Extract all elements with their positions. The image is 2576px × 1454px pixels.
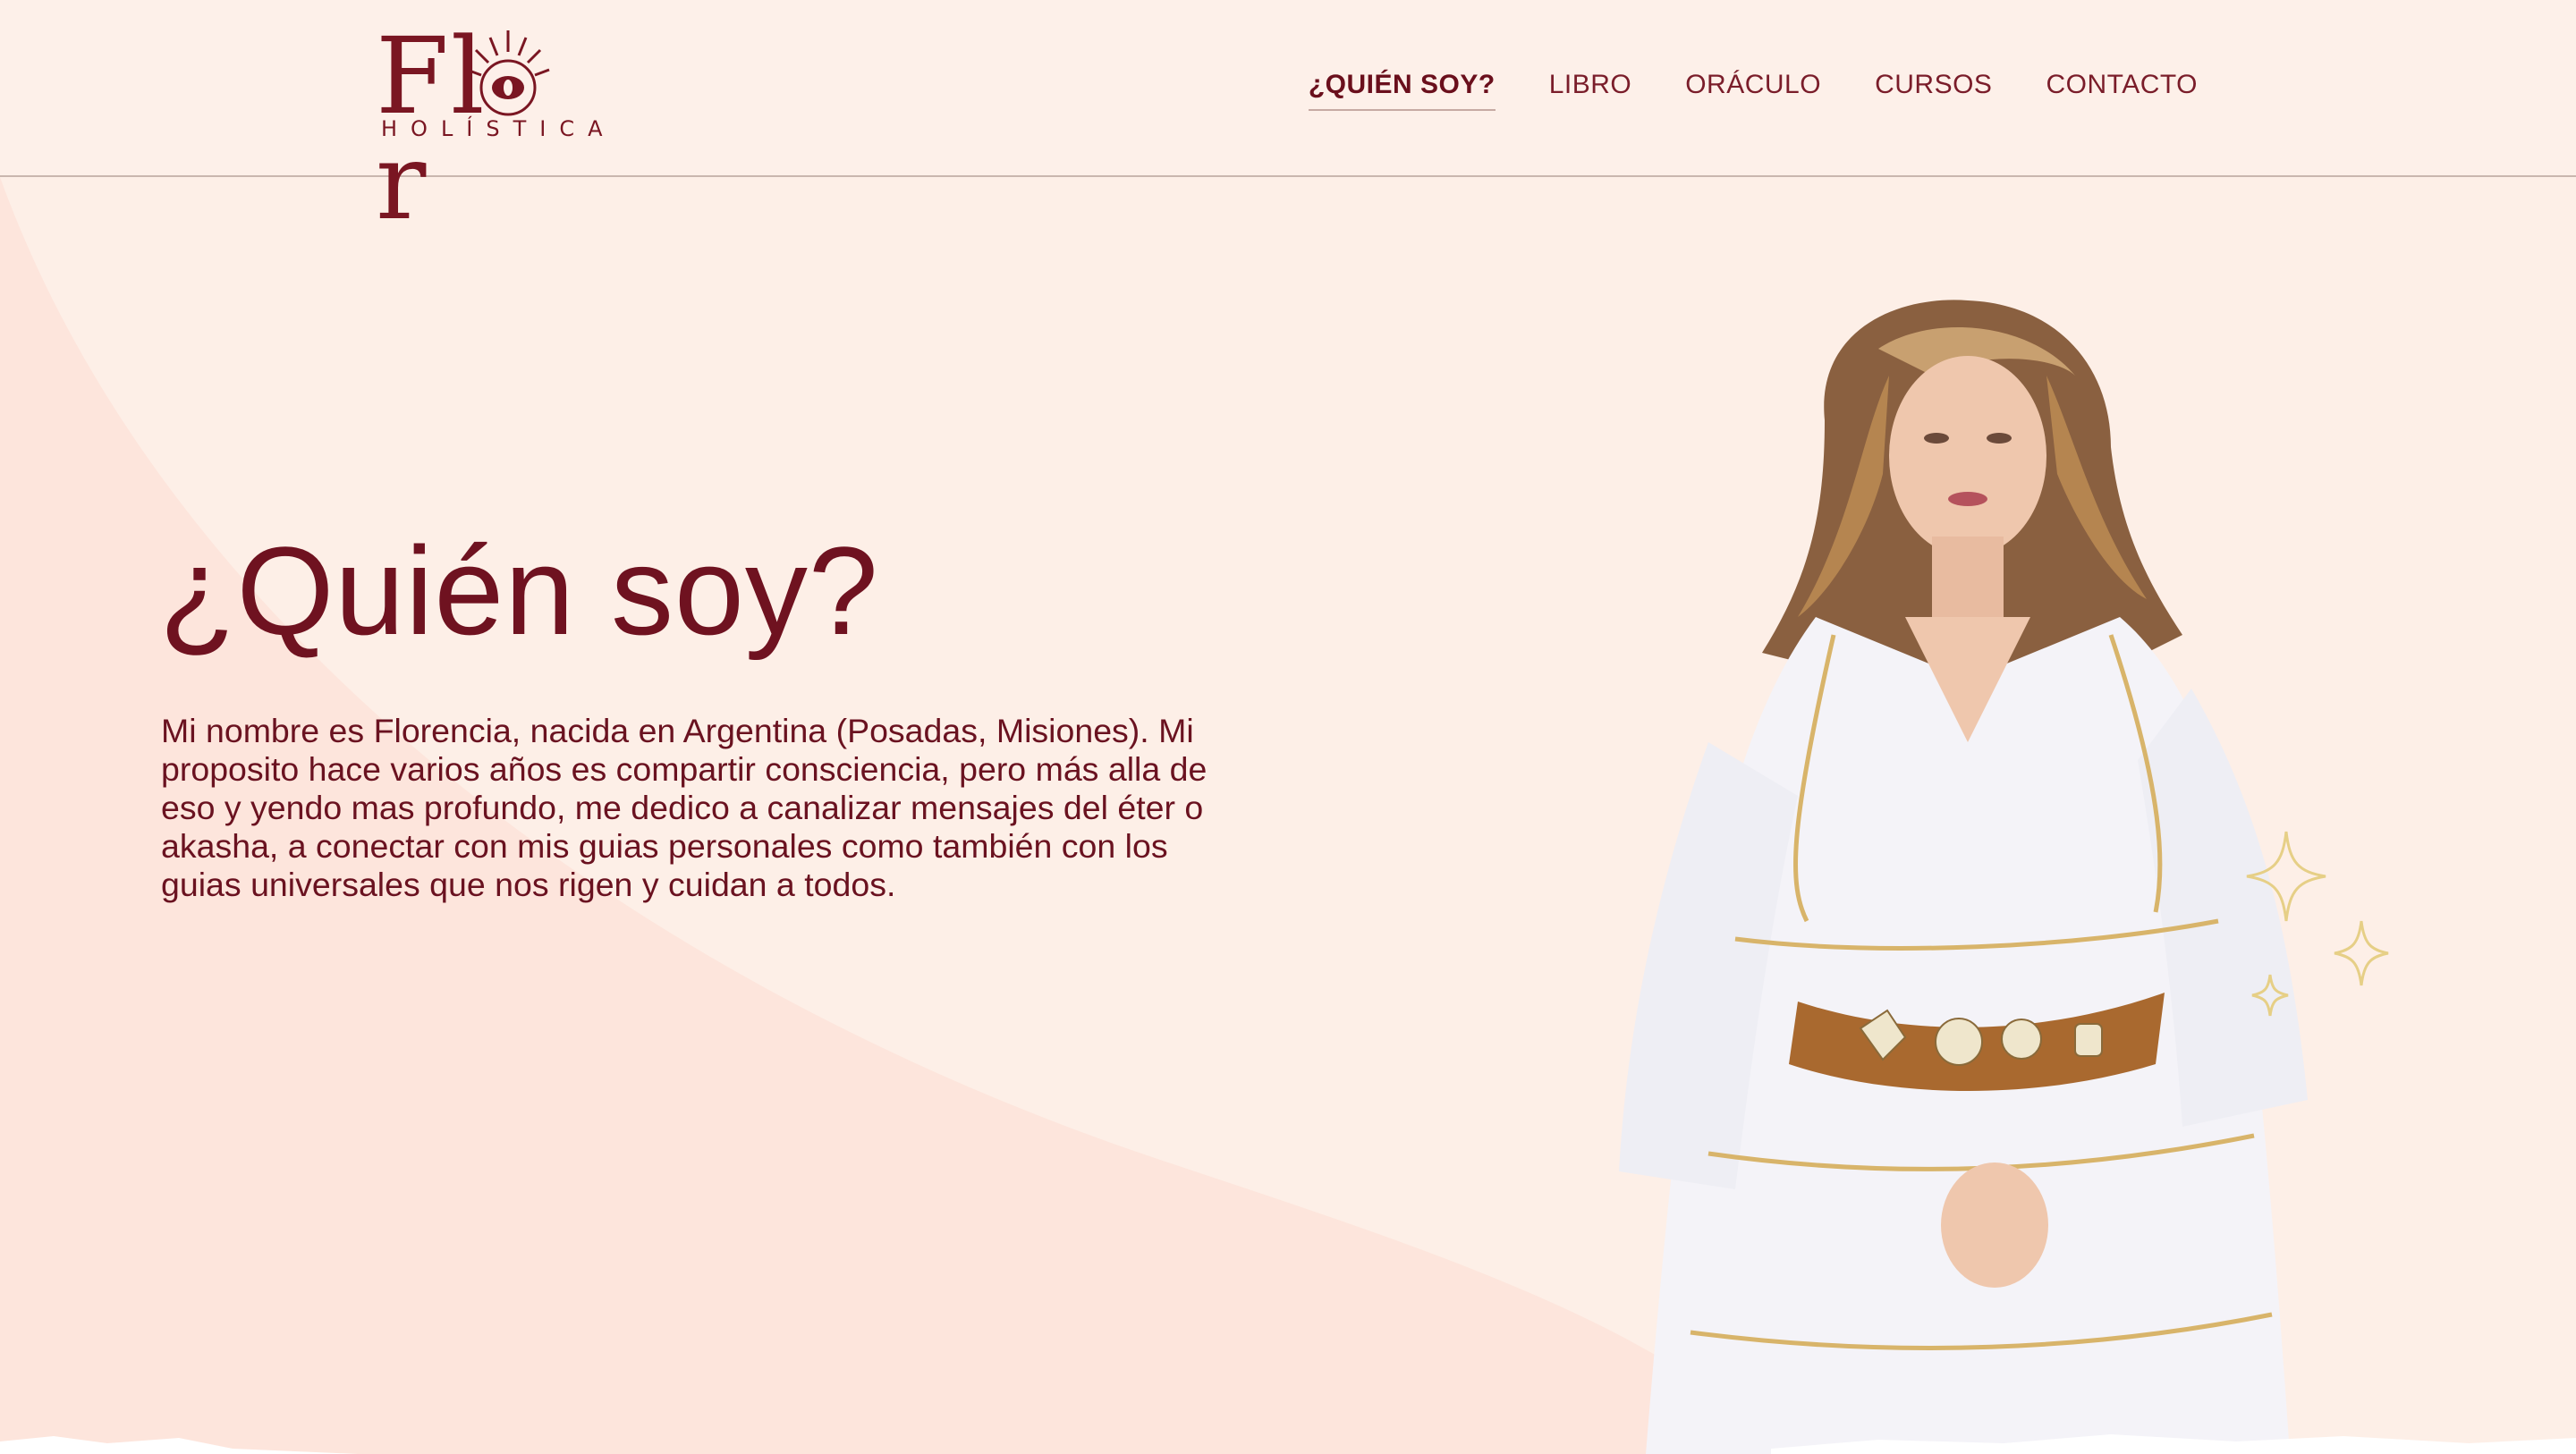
nav-item-libro[interactable]: LIBRO bbox=[1549, 70, 1632, 109]
nav-item-quien-soy[interactable]: ¿QUIÉN SOY? bbox=[1308, 70, 1496, 111]
portrait-photo bbox=[1619, 300, 2308, 1454]
torn-paper-edge bbox=[0, 1434, 2576, 1454]
eye-icon bbox=[466, 30, 550, 116]
nav-item-cursos[interactable]: CURSOS bbox=[1875, 70, 1992, 109]
intro-paragraph: Mi nombre es Florencia, nacida en Argent… bbox=[161, 712, 1208, 903]
nav-item-oraculo[interactable]: ORÁCULO bbox=[1685, 70, 1821, 109]
brand-logo[interactable]: Flr HOLÍSTICA bbox=[376, 23, 608, 234]
sparkle-icon bbox=[2246, 831, 2389, 1017]
site-header: Flr HOLÍSTICA ¿QUIÉN SOY? LIBRO ORÁCULO … bbox=[0, 0, 2576, 234]
nav-item-contacto[interactable]: CONTACTO bbox=[2046, 70, 2198, 109]
logo-subtitle: HOLÍSTICA bbox=[381, 116, 616, 141]
page-title: ¿Quién soy? bbox=[159, 520, 879, 661]
main-nav: ¿QUIÉN SOY? LIBRO ORÁCULO CURSOS CONTACT… bbox=[1308, 70, 2198, 111]
